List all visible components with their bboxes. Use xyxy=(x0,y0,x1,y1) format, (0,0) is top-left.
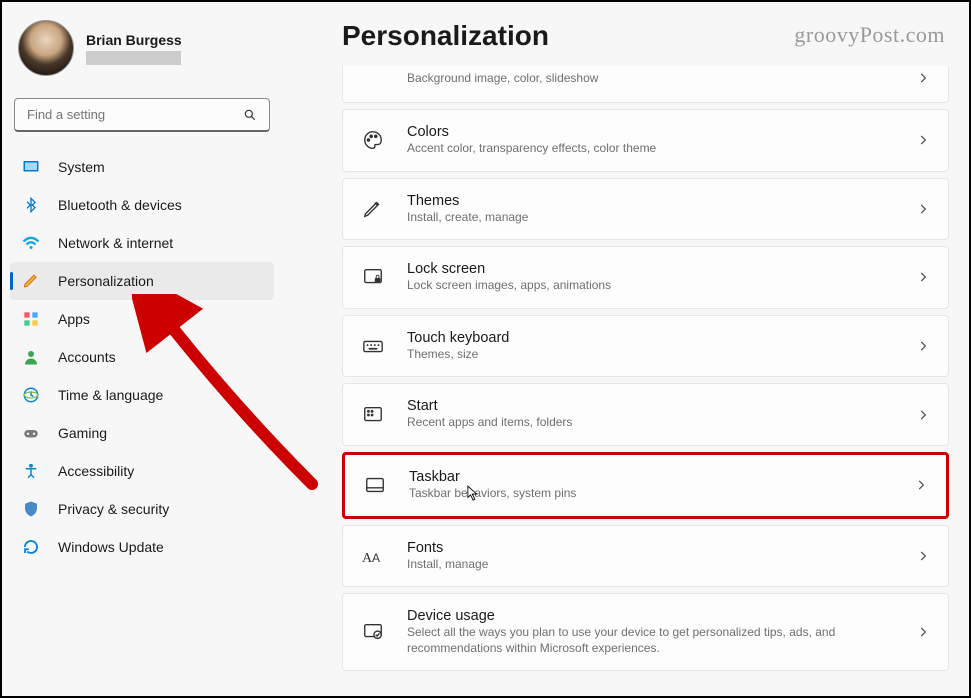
nav-accounts[interactable]: Accounts xyxy=(10,338,274,376)
keyboard-icon xyxy=(361,334,385,358)
chevron-right-icon xyxy=(916,270,930,284)
card-sub: Lock screen images, apps, animations xyxy=(407,278,916,294)
nav-bluetooth[interactable]: Bluetooth & devices xyxy=(10,186,274,224)
svg-text:A: A xyxy=(372,551,380,565)
bluetooth-icon xyxy=(22,196,40,214)
card-title: Taskbar xyxy=(409,469,914,485)
gaming-icon xyxy=(22,424,40,442)
privacy-icon xyxy=(22,500,40,518)
card-fonts[interactable]: AA Fonts Install, manage xyxy=(342,525,949,588)
lock-screen-icon xyxy=(361,265,385,289)
nav-system[interactable]: System xyxy=(10,148,274,186)
accessibility-icon xyxy=(22,462,40,480)
nav-time-language[interactable]: Time & language xyxy=(10,376,274,414)
card-sub: Install, create, manage xyxy=(407,210,916,226)
update-icon xyxy=(22,538,40,556)
start-icon xyxy=(361,403,385,427)
card-title: Colors xyxy=(407,124,916,140)
card-themes[interactable]: Themes Install, create, manage xyxy=(342,178,949,241)
card-sub: Select all the ways you plan to use your… xyxy=(407,625,916,656)
nav-label: Accounts xyxy=(58,349,116,365)
device-usage-icon xyxy=(361,620,385,644)
nav-list: System Bluetooth & devices Network & int… xyxy=(10,148,274,566)
card-title: Fonts xyxy=(407,540,916,556)
themes-icon xyxy=(361,197,385,221)
card-title: Start xyxy=(407,398,916,414)
watermark: groovyPost.com xyxy=(794,22,945,48)
user-email-placeholder xyxy=(86,51,181,65)
card-title: Device usage xyxy=(407,608,916,624)
user-header[interactable]: Brian Burgess xyxy=(10,10,274,90)
chevron-right-icon xyxy=(916,625,930,639)
chevron-right-icon xyxy=(916,549,930,563)
nav-label: Network & internet xyxy=(58,235,173,251)
chevron-right-icon xyxy=(914,478,928,492)
chevron-right-icon xyxy=(916,408,930,422)
search-input[interactable] xyxy=(27,107,243,122)
sidebar: Brian Burgess System Bluetooth & devices… xyxy=(2,2,282,696)
nav-network[interactable]: Network & internet xyxy=(10,224,274,262)
card-sub: Recent apps and items, folders xyxy=(407,415,916,431)
avatar xyxy=(18,20,74,76)
card-title: Themes xyxy=(407,193,916,209)
nav-label: Accessibility xyxy=(58,463,134,479)
chevron-right-icon xyxy=(916,202,930,216)
nav-apps[interactable]: Apps xyxy=(10,300,274,338)
nav-label: Personalization xyxy=(58,273,154,289)
nav-personalization[interactable]: Personalization xyxy=(10,262,274,300)
card-sub: Install, manage xyxy=(407,557,916,573)
card-title: Lock screen xyxy=(407,261,916,277)
nav-label: Time & language xyxy=(58,387,163,403)
card-taskbar[interactable]: Taskbar Taskbar behaviors, system pins xyxy=(342,452,949,519)
apps-icon xyxy=(22,310,40,328)
nav-label: Apps xyxy=(58,311,90,327)
chevron-right-icon xyxy=(916,133,930,147)
user-name: Brian Burgess xyxy=(86,32,182,48)
nav-label: System xyxy=(58,159,105,175)
network-icon xyxy=(22,234,40,252)
card-device-usage[interactable]: Device usage Select all the ways you pla… xyxy=(342,593,949,671)
taskbar-icon xyxy=(363,473,387,497)
nav-label: Privacy & security xyxy=(58,501,169,517)
card-sub: Accent color, transparency effects, colo… xyxy=(407,141,916,157)
card-colors[interactable]: Colors Accent color, transparency effect… xyxy=(342,109,949,172)
nav-label: Windows Update xyxy=(58,539,164,555)
chevron-right-icon xyxy=(916,71,930,85)
card-touch-keyboard[interactable]: Touch keyboard Themes, size xyxy=(342,315,949,378)
card-title: Touch keyboard xyxy=(407,330,916,346)
system-icon xyxy=(22,158,40,176)
nav-privacy[interactable]: Privacy & security xyxy=(10,490,274,528)
personalization-icon xyxy=(22,272,40,290)
card-sub: Background image, color, slideshow xyxy=(407,71,916,87)
time-icon xyxy=(22,386,40,404)
colors-icon xyxy=(361,128,385,152)
card-sub: Themes, size xyxy=(407,347,916,363)
search-box[interactable] xyxy=(14,98,270,132)
card-sub: Taskbar behaviors, system pins xyxy=(409,486,914,502)
chevron-right-icon xyxy=(916,339,930,353)
accounts-icon xyxy=(22,348,40,366)
card-start[interactable]: Start Recent apps and items, folders xyxy=(342,383,949,446)
nav-gaming[interactable]: Gaming xyxy=(10,414,274,452)
main-content: groovyPost.com Personalization Backgroun… xyxy=(322,2,969,696)
nav-label: Gaming xyxy=(58,425,107,441)
nav-label: Bluetooth & devices xyxy=(58,197,182,213)
fonts-icon: AA xyxy=(361,544,385,568)
nav-accessibility[interactable]: Accessibility xyxy=(10,452,274,490)
nav-windows-update[interactable]: Windows Update xyxy=(10,528,274,566)
search-icon xyxy=(243,108,257,122)
card-background-partial[interactable]: Background image, color, slideshow xyxy=(342,66,949,103)
card-lock-screen[interactable]: Lock screen Lock screen images, apps, an… xyxy=(342,246,949,309)
